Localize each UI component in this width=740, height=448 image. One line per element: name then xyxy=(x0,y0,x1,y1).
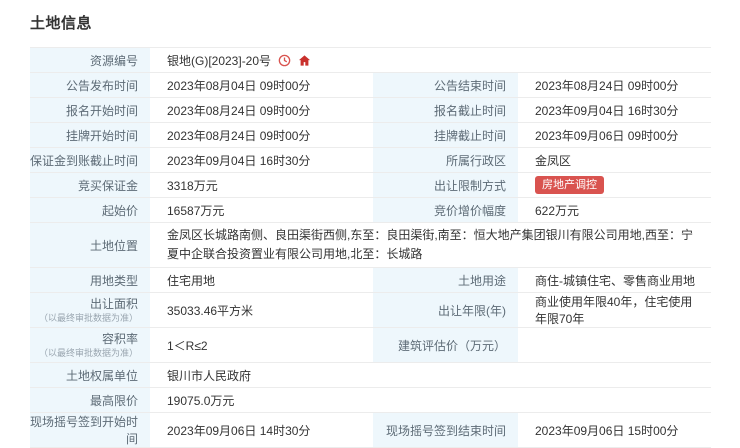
field-value: 商住-城镇住宅、零售商业用地 xyxy=(518,268,711,292)
section-title: 土地信息 xyxy=(30,12,711,33)
field-value: 银川市人民政府 xyxy=(150,363,711,387)
field-value: 2023年08月24日 09时00分 xyxy=(150,98,373,122)
table-row: 出让面积 （以最终审批数据为准） 35033.46平方米 出让年限(年) 商业使… xyxy=(30,293,711,328)
field-label: 现场摇号签到开始时间 xyxy=(30,413,150,447)
field-value: 3318万元 xyxy=(150,173,373,197)
field-value: 2023年09月04日 16时30分 xyxy=(150,148,373,172)
field-label: 所属行政区 xyxy=(373,148,518,172)
table-row: 报名开始时间 2023年08月24日 09时00分 报名截止时间 2023年09… xyxy=(30,98,711,123)
field-label: 报名截止时间 xyxy=(373,98,518,122)
land-info-table: 资源编号 银地(G)[2023]-20号 公告发布时间 202 xyxy=(30,47,711,448)
resource-number-text: 银地(G)[2023]-20号 xyxy=(167,52,271,69)
table-row: 用地类型 住宅用地 土地用途 商住-城镇住宅、零售商业用地 xyxy=(30,268,711,293)
field-value: 2023年09月06日 15时00分 xyxy=(518,413,711,447)
field-label: 土地位置 xyxy=(30,223,150,267)
field-label: 保证金到账截止时间 xyxy=(30,148,150,172)
field-value: 19075.0万元 xyxy=(150,388,711,412)
land-location-value: 金凤区长城路南侧、良田渠街西侧,东至：良田渠街,南至：恒大地产集团银川有限公司用… xyxy=(150,223,711,267)
field-value: 1＜R≤2 xyxy=(150,328,373,362)
table-row: 保证金到账截止时间 2023年09月04日 16时30分 所属行政区 金凤区 xyxy=(30,148,711,173)
field-label: 土地权属单位 xyxy=(30,363,150,387)
field-label: 容积率 （以最终审批数据为准） xyxy=(30,328,150,362)
field-value: 2023年08月04日 09时00分 xyxy=(150,73,373,97)
table-row: 容积率 （以最终审批数据为准） 1＜R≤2 建筑评估价（万元） xyxy=(30,328,711,363)
field-value: 2023年09月06日 09时00分 xyxy=(518,123,711,147)
field-label: 竞买保证金 xyxy=(30,173,150,197)
field-label: 竞价增价幅度 xyxy=(373,198,518,222)
field-label: 公告结束时间 xyxy=(373,73,518,97)
field-value: 2023年09月06日 14时30分 xyxy=(150,413,373,447)
field-value: 2023年09月04日 16时30分 xyxy=(518,98,711,122)
field-value: 房地产调控 xyxy=(518,173,711,197)
field-label: 出让面积 （以最终审批数据为准） xyxy=(30,293,150,327)
field-label-main: 容积率 xyxy=(102,331,138,347)
field-label: 出让限制方式 xyxy=(373,173,518,197)
table-row: 竞买保证金 3318万元 出让限制方式 房地产调控 xyxy=(30,173,711,198)
field-label: 资源编号 xyxy=(30,48,150,72)
field-value: 2023年08月24日 09时00分 xyxy=(518,73,711,97)
field-value: 35033.46平方米 xyxy=(150,293,373,327)
field-value: 金凤区 xyxy=(518,148,711,172)
field-label: 挂牌开始时间 xyxy=(30,123,150,147)
resource-number: 银地(G)[2023]-20号 xyxy=(150,48,711,72)
table-row: 资源编号 银地(G)[2023]-20号 xyxy=(30,48,711,73)
field-label-main: 出让面积 xyxy=(90,296,138,312)
table-row: 最高限价 19075.0万元 xyxy=(30,388,711,413)
restriction-badge: 房地产调控 xyxy=(535,176,604,194)
field-value: 16587万元 xyxy=(150,198,373,222)
table-row: 现场摇号签到开始时间 2023年09月06日 14时30分 现场摇号签到结束时间… xyxy=(30,413,711,448)
field-label: 挂牌截止时间 xyxy=(373,123,518,147)
field-label-sub: （以最终审批数据为准） xyxy=(39,312,138,324)
field-value: 2023年08月24日 09时00分 xyxy=(150,123,373,147)
land-info-page: 土地信息 资源编号 银地(G)[2023]-20号 xyxy=(30,12,711,448)
table-row: 挂牌开始时间 2023年08月24日 09时00分 挂牌截止时间 2023年09… xyxy=(30,123,711,148)
table-row: 公告发布时间 2023年08月04日 09时00分 公告结束时间 2023年08… xyxy=(30,73,711,98)
clock-icon[interactable] xyxy=(278,54,291,67)
field-value: 住宅用地 xyxy=(150,268,373,292)
home-icon[interactable] xyxy=(298,54,311,67)
field-label: 出让年限(年) xyxy=(373,293,518,327)
table-row: 土地位置 金凤区长城路南侧、良田渠街西侧,东至：良田渠街,南至：恒大地产集团银川… xyxy=(30,223,711,268)
field-label: 起始价 xyxy=(30,198,150,222)
field-label-sub: （以最终审批数据为准） xyxy=(39,347,138,359)
field-label: 用地类型 xyxy=(30,268,150,292)
field-value: 商业使用年限40年，住宅使用年限70年 xyxy=(518,293,711,327)
field-label: 最高限价 xyxy=(30,388,150,412)
field-value xyxy=(518,328,711,362)
table-row: 土地权属单位 银川市人民政府 xyxy=(30,363,711,388)
field-value: 622万元 xyxy=(518,198,711,222)
field-label: 建筑评估价（万元） xyxy=(373,328,518,362)
table-row: 起始价 16587万元 竞价增价幅度 622万元 xyxy=(30,198,711,223)
field-label: 土地用途 xyxy=(373,268,518,292)
field-label: 公告发布时间 xyxy=(30,73,150,97)
field-label: 报名开始时间 xyxy=(30,98,150,122)
field-label: 现场摇号签到结束时间 xyxy=(373,413,518,447)
